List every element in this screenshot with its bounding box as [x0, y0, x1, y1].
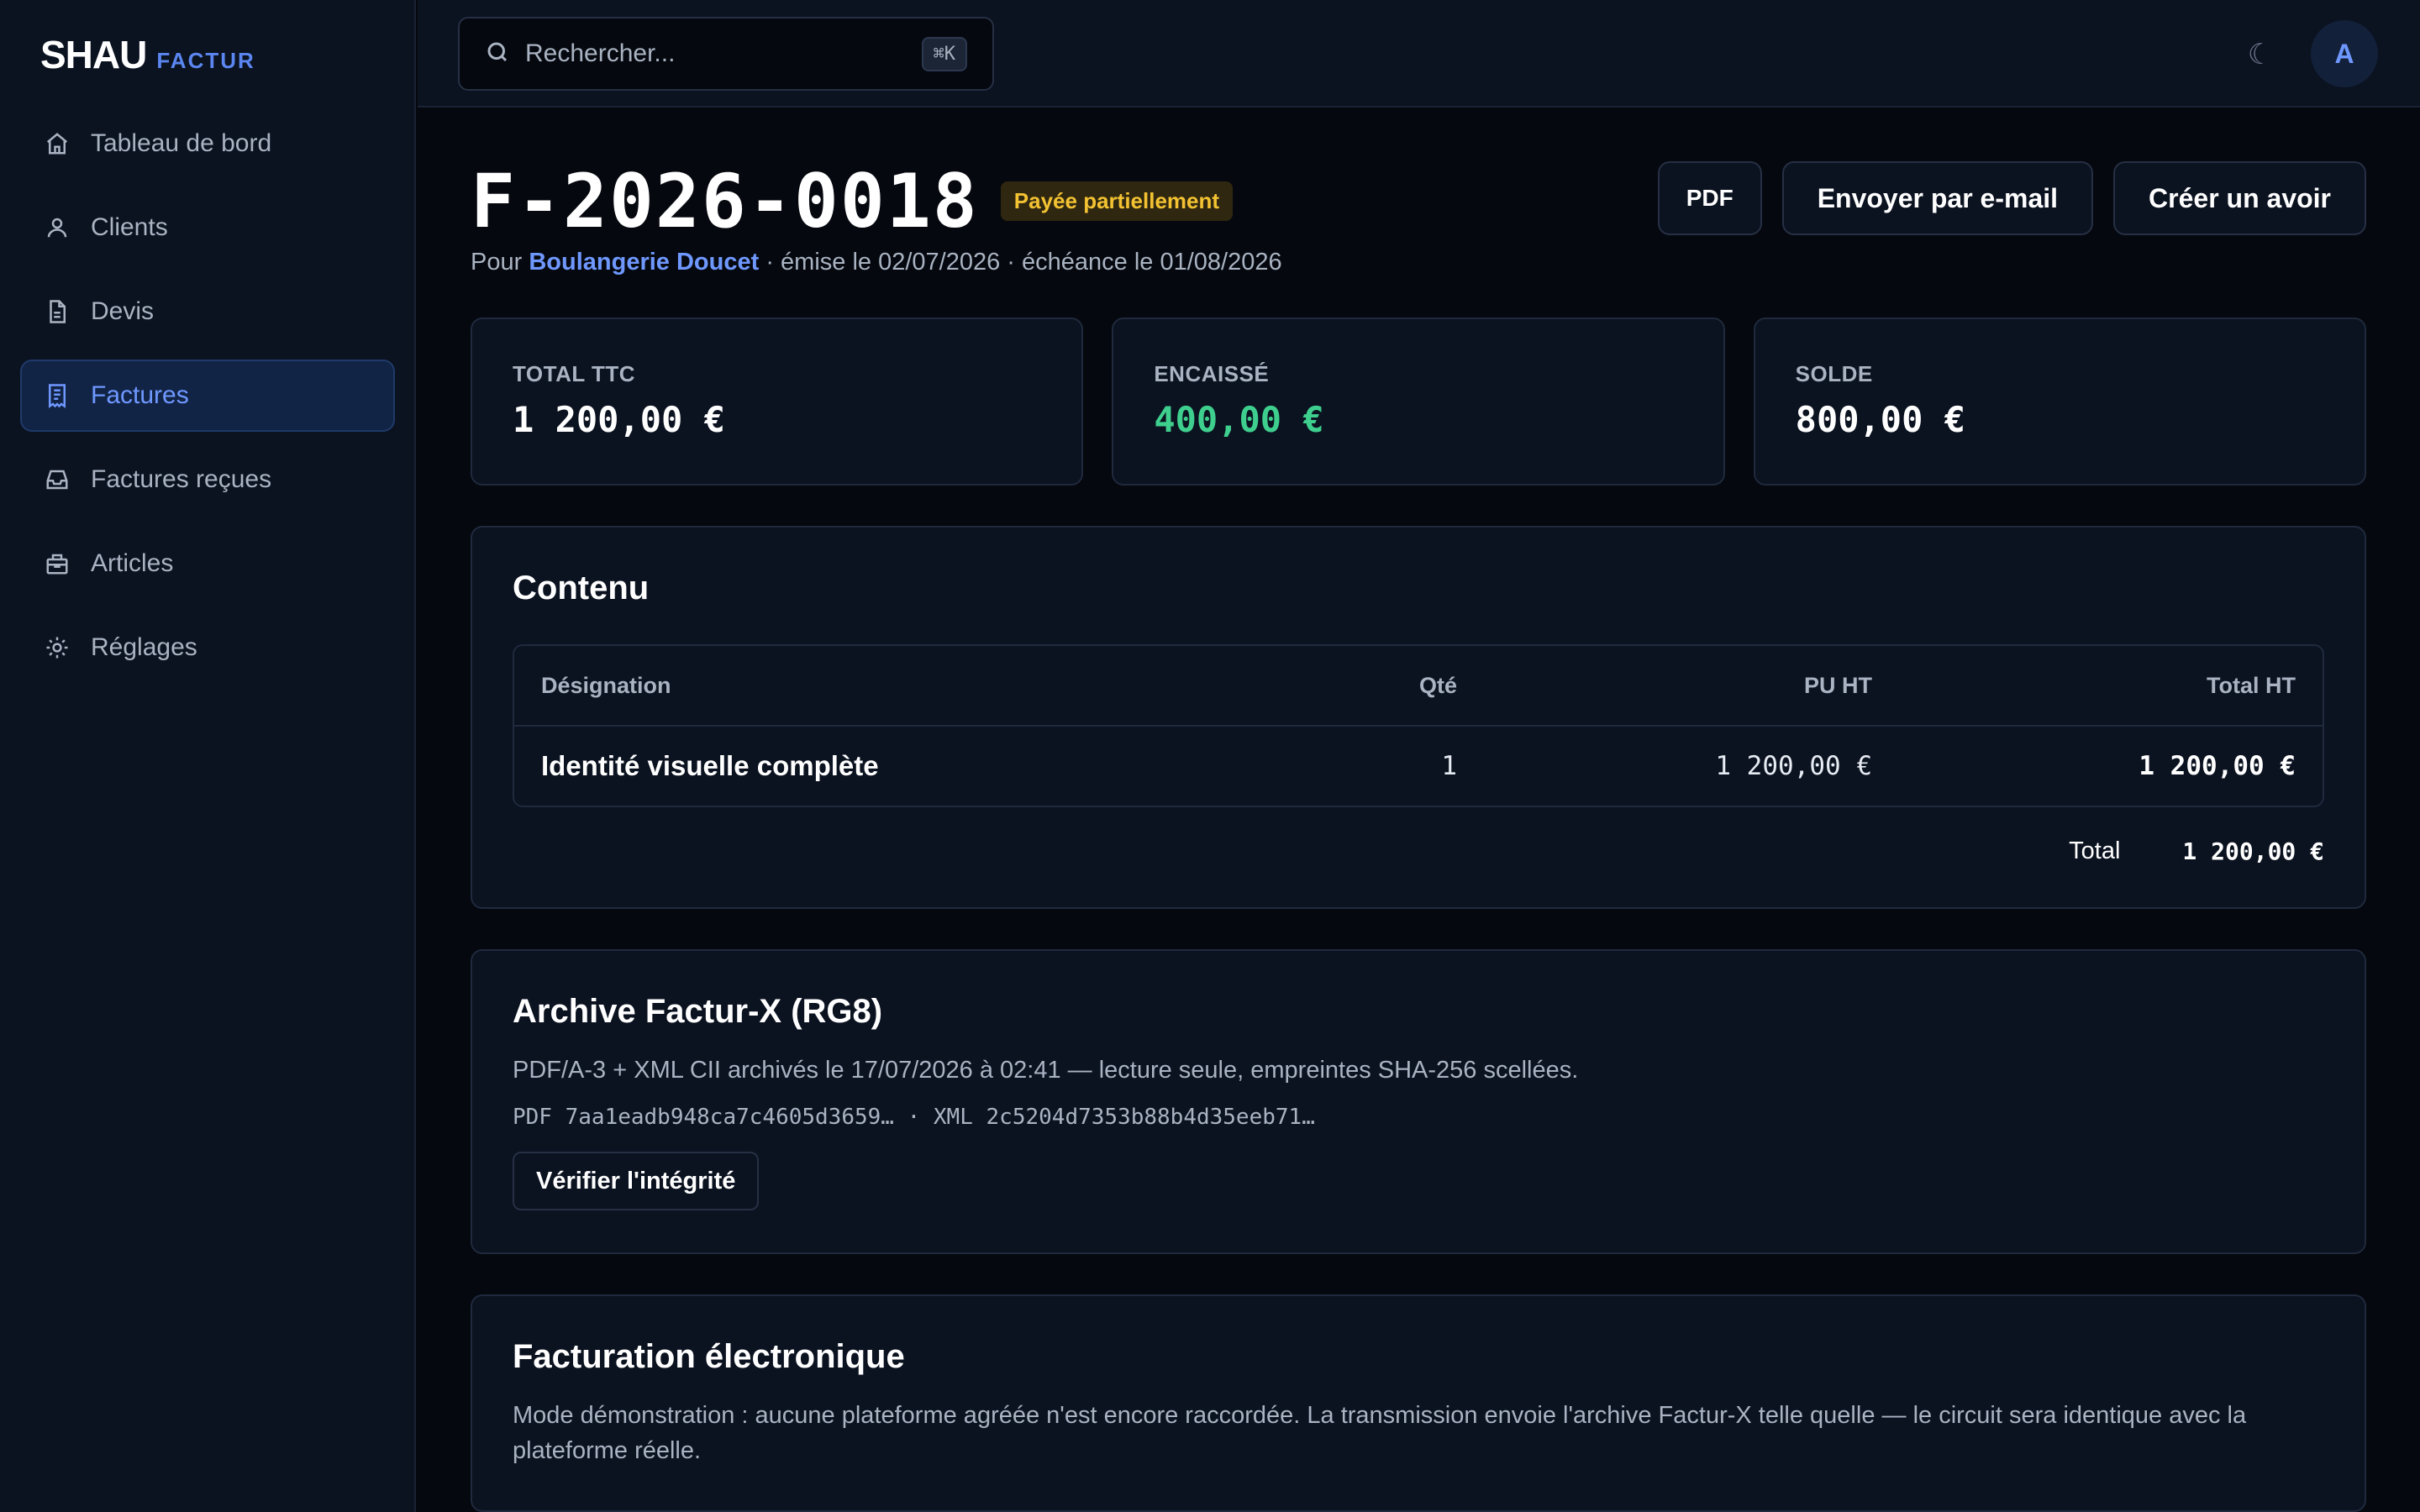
card-label: TOTAL TTC — [513, 361, 636, 386]
balance-card: SOLDE 800,00 € — [1753, 318, 2366, 486]
page-title: F-2026-0018 — [471, 158, 979, 244]
invoice-dates: · émise le 02/07/2026 · échéance le 01/0… — [765, 249, 1282, 276]
sidebar-item-label: Tableau de bord — [91, 129, 272, 157]
table-row: Identité visuelle complète 1 1 200,00 € … — [514, 727, 2323, 806]
paid-card: ENCAISSÉ 400,00 € — [1112, 318, 1725, 486]
search-input[interactable] — [525, 39, 922, 68]
panel-title: Archive Factur-X (RG8) — [513, 993, 883, 1030]
panel-title: Contenu — [513, 570, 650, 606]
sidebar-item-quotes[interactable]: Devis — [20, 276, 395, 348]
archive-hashes: PDF 7aa1eadb948ca7c4605d3659… · XML 2c52… — [513, 1105, 1315, 1130]
card-value: 800,00 € — [1795, 399, 1965, 440]
sidebar-item-label: Factures — [91, 381, 189, 409]
sidebar-item-articles[interactable]: Articles — [20, 528, 395, 600]
content-panel: Contenu Désignation Qté PU HT Total HT I… — [471, 526, 2366, 909]
shortcut-badge: ⌘K — [921, 36, 967, 71]
card-label: SOLDE — [1795, 361, 1873, 386]
total-label: Total — [2069, 837, 2121, 864]
cell-total: 1 200,00 € — [2139, 751, 2296, 781]
line-items-table: Désignation Qté PU HT Total HT Identité … — [513, 644, 2324, 807]
search-box[interactable]: ⌘K — [458, 17, 994, 91]
search-icon — [485, 39, 510, 69]
sidebar-item-clients[interactable]: Clients — [20, 192, 395, 264]
archive-panel: Archive Factur-X (RG8) PDF/A-3 + XML CII… — [471, 949, 2366, 1254]
sidebar-item-label: Articles — [91, 549, 174, 577]
card-value: 1 200,00 € — [513, 399, 725, 440]
column-header: Total HT — [2207, 672, 2296, 698]
column-header: Désignation — [541, 672, 671, 698]
invoice-header: F-2026-0018 Payée partiellement Pour Bou… — [471, 108, 2366, 318]
sidebar: SHAU FACTUR Tableau de bord Clients Devi… — [0, 0, 416, 1512]
sidebar-item-label: Clients — [91, 213, 168, 241]
panel-title: Facturation électronique — [513, 1338, 905, 1375]
gear-icon — [44, 634, 71, 661]
sidebar-nav: Tableau de bord Clients Devis Factures F… — [20, 108, 395, 696]
card-label: ENCAISSÉ — [1154, 361, 1270, 386]
sidebar-item-invoices[interactable]: Factures — [20, 360, 395, 432]
sidebar-item-received-invoices[interactable]: Factures reçues — [20, 444, 395, 516]
document-icon — [44, 298, 71, 325]
brand-sub: FACTUR — [156, 48, 255, 73]
home-icon — [44, 130, 71, 157]
moon-icon[interactable]: ☾ — [2239, 34, 2281, 76]
client-link[interactable]: Boulangerie Doucet — [529, 249, 759, 276]
total-row: Total 1 200,00 € — [513, 837, 2324, 865]
user-icon — [44, 214, 71, 241]
sidebar-item-label: Factures reçues — [91, 465, 272, 493]
create-credit-note-button[interactable]: Créer un avoir — [2113, 161, 2366, 235]
main-content: F-2026-0018 Payée partiellement Pour Bou… — [471, 108, 2366, 1512]
invoice-title-row: F-2026-0018 Payée partiellement — [471, 158, 1234, 244]
invoice-subline: Pour Boulangerie Doucet · émise le 02/07… — [471, 249, 1282, 276]
table-header: Désignation Qté PU HT Total HT — [514, 646, 2323, 727]
column-header: PU HT — [1804, 672, 1872, 698]
summary-cards: TOTAL TTC 1 200,00 € ENCAISSÉ 400,00 € S… — [471, 318, 2366, 486]
cell-unit-price: 1 200,00 € — [1715, 751, 1872, 781]
invoice-actions: PDF Envoyer par e-mail Créer un avoir — [1657, 161, 2366, 235]
brand-logo[interactable]: SHAU FACTUR — [40, 32, 255, 77]
sidebar-item-label: Devis — [91, 297, 155, 325]
status-badge: Payée partiellement — [1000, 181, 1234, 221]
receipt-icon — [44, 382, 71, 409]
total-value: 1 200,00 € — [2182, 837, 2324, 865]
avatar[interactable]: A — [2311, 20, 2378, 87]
send-email-button[interactable]: Envoyer par e-mail — [1781, 161, 2094, 235]
box-icon — [44, 550, 71, 577]
total-ttc-card: TOTAL TTC 1 200,00 € — [471, 318, 1084, 486]
column-header: Qté — [1418, 672, 1457, 698]
pdf-button[interactable]: PDF — [1657, 161, 1762, 235]
einvoicing-panel: Facturation électronique Mode démonstrat… — [471, 1294, 2366, 1512]
brand-main: SHAU — [40, 33, 147, 76]
sidebar-item-label: Réglages — [91, 633, 197, 661]
archive-description: PDF/A-3 + XML CII archivés le 17/07/2026… — [513, 1057, 1579, 1084]
einvoicing-description: Mode démonstration : aucune plateforme a… — [513, 1402, 2247, 1464]
card-value: 400,00 € — [1154, 399, 1324, 440]
verify-integrity-button[interactable]: Vérifier l'intégrité — [513, 1152, 760, 1210]
cell-quantity: 1 — [1441, 751, 1457, 781]
inbox-icon — [44, 466, 71, 493]
sidebar-item-settings[interactable]: Réglages — [20, 612, 395, 684]
cell-designation: Identité visuelle complète — [541, 750, 879, 781]
sidebar-item-dashboard[interactable]: Tableau de bord — [20, 108, 395, 180]
topbar: ⌘K ☾ A — [418, 0, 2420, 108]
subline-prefix: Pour — [471, 249, 523, 276]
